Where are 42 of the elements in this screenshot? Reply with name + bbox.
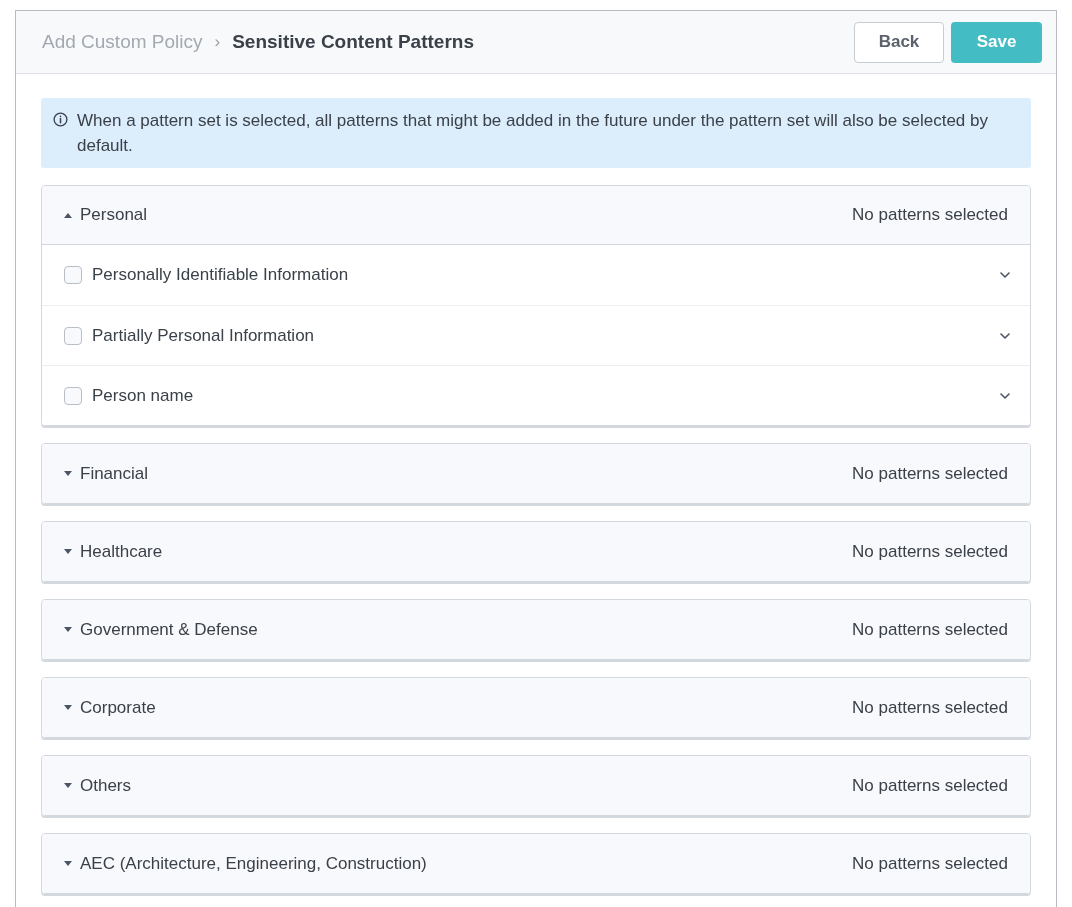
- group-header[interactable]: Personal No patterns selected: [42, 186, 1030, 245]
- group-title: Personal: [80, 204, 148, 227]
- group-header[interactable]: Healthcare No patterns selected: [42, 522, 1030, 581]
- group-header[interactable]: Government & Defense No patterns selected: [42, 600, 1030, 659]
- group-title: AEC (Architecture, Engineering, Construction): [80, 852, 427, 875]
- group-title: Government & Defense: [80, 618, 258, 641]
- group-status: No patterns selected: [852, 618, 1008, 641]
- breadcrumb-separator: ›: [214, 31, 221, 54]
- group-status: No patterns selected: [852, 852, 1008, 875]
- chevron-down-icon[interactable]: [1000, 272, 1010, 278]
- group-header[interactable]: Others No patterns selected: [42, 756, 1030, 815]
- caret-down-icon: [64, 549, 72, 554]
- chevron-down-icon[interactable]: [1000, 392, 1010, 399]
- caret-up-icon: [64, 212, 72, 218]
- group-status: No patterns selected: [852, 696, 1008, 719]
- caret-down-icon: [64, 705, 72, 710]
- info-text: When a pattern set is selected, all patterns that might be added in the future under the pattern set will also be selected by default.: [77, 110, 989, 157]
- caret-down-icon: [64, 471, 72, 476]
- pattern-checkbox[interactable]: [64, 386, 82, 405]
- caret-down-icon: [64, 783, 72, 788]
- group-title: Others: [80, 774, 132, 797]
- info-icon: [53, 112, 68, 127]
- group-status: No patterns selected: [852, 204, 1008, 227]
- group-header[interactable]: AEC (Architecture, Engineering, Construction) No patterns selected: [42, 834, 1030, 893]
- caret-down-icon: [64, 627, 72, 632]
- pattern-label: Partially Personal Information: [92, 324, 315, 347]
- pattern-label: Personally Identifiable Information: [92, 264, 349, 287]
- caret-down-icon: [64, 861, 72, 866]
- page-title: Sensitive Content Patterns: [232, 29, 474, 54]
- pattern-checkbox[interactable]: [64, 326, 82, 345]
- pattern-label: Person name: [92, 384, 194, 407]
- group-title: Healthcare: [80, 540, 163, 563]
- group-title: Corporate: [80, 696, 156, 719]
- pattern-checkbox[interactable]: [64, 266, 82, 284]
- group-status: No patterns selected: [852, 462, 1008, 485]
- chevron-down-icon[interactable]: [1000, 332, 1010, 339]
- group-header[interactable]: Corporate No patterns selected: [42, 678, 1030, 737]
- group-title: Financial: [80, 462, 149, 485]
- group-header[interactable]: Financial No patterns selected: [42, 444, 1030, 503]
- group-status: No patterns selected: [852, 540, 1008, 563]
- back-button[interactable]: Back: [854, 21, 944, 63]
- group-status: No patterns selected: [852, 774, 1008, 797]
